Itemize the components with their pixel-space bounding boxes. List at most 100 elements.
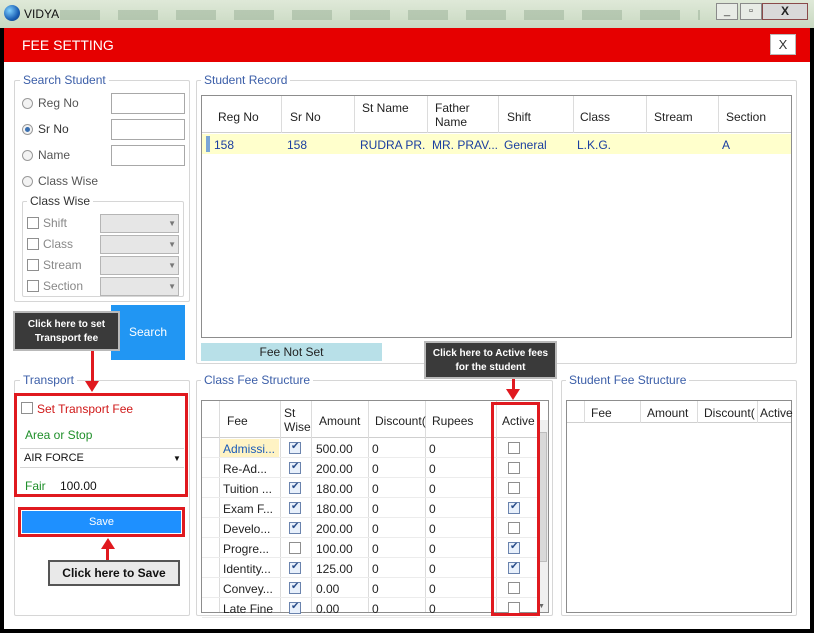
cell-rupees: 0 — [429, 442, 436, 456]
reg-no-input[interactable] — [111, 93, 185, 114]
col-st-wise[interactable]: St Wise — [284, 406, 311, 434]
active-callout: Click here to Active fees for the studen… — [424, 341, 557, 379]
col-amount[interactable]: Amount — [647, 406, 688, 420]
cell-discount: 0 — [372, 482, 379, 496]
save-arrow — [106, 547, 109, 561]
col-shift[interactable]: Shift — [507, 110, 531, 124]
stream-label: Stream — [43, 258, 82, 272]
name-input[interactable] — [111, 145, 185, 166]
app-globe-icon — [4, 5, 20, 21]
col-stream[interactable]: Stream — [654, 110, 693, 124]
header-bar — [4, 28, 810, 62]
col-class[interactable]: Class — [580, 110, 610, 124]
cell-fee: Tuition ... — [223, 482, 272, 496]
shift-dropdown[interactable]: ▼ — [100, 214, 179, 233]
col-amount[interactable]: Amount — [319, 414, 360, 428]
st-wise-checkbox[interactable] — [289, 501, 301, 514]
cell-st-name: RUDRA PR... — [360, 138, 426, 152]
class-checkbox[interactable] — [27, 238, 39, 250]
class-wise-legend: Class Wise — [27, 194, 94, 208]
transport-callout: Click here to set Transport fee — [13, 311, 120, 351]
st-wise-checkbox[interactable] — [289, 441, 301, 454]
search-button[interactable]: Search — [111, 305, 185, 360]
cell-amount: 180.00 — [316, 482, 353, 496]
close-icon[interactable]: X — [770, 34, 796, 55]
radio-name[interactable] — [22, 150, 33, 161]
st-wise-checkbox[interactable] — [289, 542, 301, 554]
col-discount[interactable]: Discount( — [375, 414, 426, 428]
cell-reg-no: 158 — [214, 138, 235, 152]
col-father-name[interactable]: Father Name — [435, 101, 485, 129]
student-fee-legend: Student Fee Structure — [566, 373, 690, 387]
area-label: Area or Stop — [25, 428, 93, 442]
cell-fee: Late Fine — [223, 602, 274, 616]
arrow-down-icon — [506, 389, 520, 400]
cell-class: L.K.G. — [577, 138, 612, 152]
col-st-name[interactable]: St Name — [362, 101, 412, 115]
sr-no-input[interactable] — [111, 119, 185, 140]
radio-sr-no[interactable] — [22, 124, 33, 135]
st-wise-checkbox[interactable] — [289, 601, 301, 614]
section-dropdown[interactable]: ▼ — [100, 277, 179, 296]
class-fee-legend: Class Fee Structure — [201, 373, 314, 387]
stream-checkbox[interactable] — [27, 259, 39, 271]
fair-label: Fair — [25, 479, 46, 493]
chevron-down-icon: ▼ — [168, 282, 176, 291]
minimize-button[interactable]: _ — [716, 3, 738, 20]
cell-fee: Identity... — [223, 562, 271, 576]
fee-not-set-status: Fee Not Set — [201, 343, 382, 361]
st-wise-checkbox[interactable] — [289, 561, 301, 574]
radio-class-wise[interactable] — [22, 176, 33, 187]
arrow-down-icon — [85, 381, 99, 392]
save-button[interactable]: Save — [22, 511, 181, 533]
st-wise-checkbox[interactable] — [289, 521, 301, 534]
cell-fee: Exam F... — [223, 502, 274, 516]
cell-amount: 180.00 — [316, 502, 353, 516]
st-wise-checkbox[interactable] — [289, 461, 301, 474]
cell-father-name: MR. PRAV... — [432, 138, 498, 152]
radio-reg-no[interactable] — [22, 98, 33, 109]
col-section[interactable]: Section — [726, 110, 766, 124]
col-fee[interactable]: Fee — [227, 414, 248, 428]
section-label: Section — [43, 279, 84, 293]
cell-discount: 0 — [372, 602, 379, 616]
set-transport-checkbox[interactable] — [21, 402, 33, 414]
chevron-down-icon: ▼ — [168, 219, 176, 228]
col-sr-no[interactable]: Sr No — [290, 110, 321, 124]
col-fee[interactable]: Fee — [591, 406, 612, 420]
window-close-button[interactable]: X — [762, 3, 808, 20]
search-student-legend: Search Student — [20, 73, 109, 87]
cell-shift: General — [504, 138, 547, 152]
cell-fee: Progre... — [223, 542, 270, 556]
active-column-highlight — [491, 402, 540, 616]
cell-amount: 200.00 — [316, 522, 353, 536]
fair-value: 100.00 — [60, 479, 97, 493]
cell-discount: 0 — [372, 542, 379, 556]
cell-rupees: 0 — [429, 482, 436, 496]
section-checkbox[interactable] — [27, 280, 39, 292]
maximize-button[interactable]: ▫ — [740, 3, 762, 20]
radio-label-name: Name — [38, 148, 71, 162]
stream-dropdown[interactable]: ▼ — [100, 256, 179, 275]
shift-label: Shift — [43, 216, 68, 230]
col-reg-no[interactable]: Reg No — [218, 110, 259, 124]
student-fee-grid[interactable] — [566, 400, 792, 613]
radio-label-sr-no: Sr No — [38, 122, 69, 136]
radio-label-class-wise: Class Wise — [38, 174, 99, 188]
col-active[interactable]: Active — [760, 406, 793, 420]
cell-amount: 500.00 — [316, 442, 353, 456]
cell-discount: 0 — [372, 462, 379, 476]
shift-checkbox[interactable] — [27, 217, 39, 229]
radio-label-reg-no: Reg No — [38, 96, 79, 110]
cell-rupees: 0 — [429, 462, 436, 476]
st-wise-checkbox[interactable] — [289, 481, 301, 494]
cell-section: A — [722, 138, 731, 152]
cell-fee: Admissi... — [223, 442, 276, 456]
save-callout: Click here to Save — [48, 560, 180, 586]
col-rupees[interactable]: Rupees — [432, 414, 473, 428]
cell-amount: 100.00 — [316, 542, 353, 556]
cell-rupees: 0 — [429, 582, 436, 596]
col-discount[interactable]: Discount( — [704, 406, 755, 420]
class-dropdown[interactable]: ▼ — [100, 235, 179, 254]
st-wise-checkbox[interactable] — [289, 581, 301, 594]
